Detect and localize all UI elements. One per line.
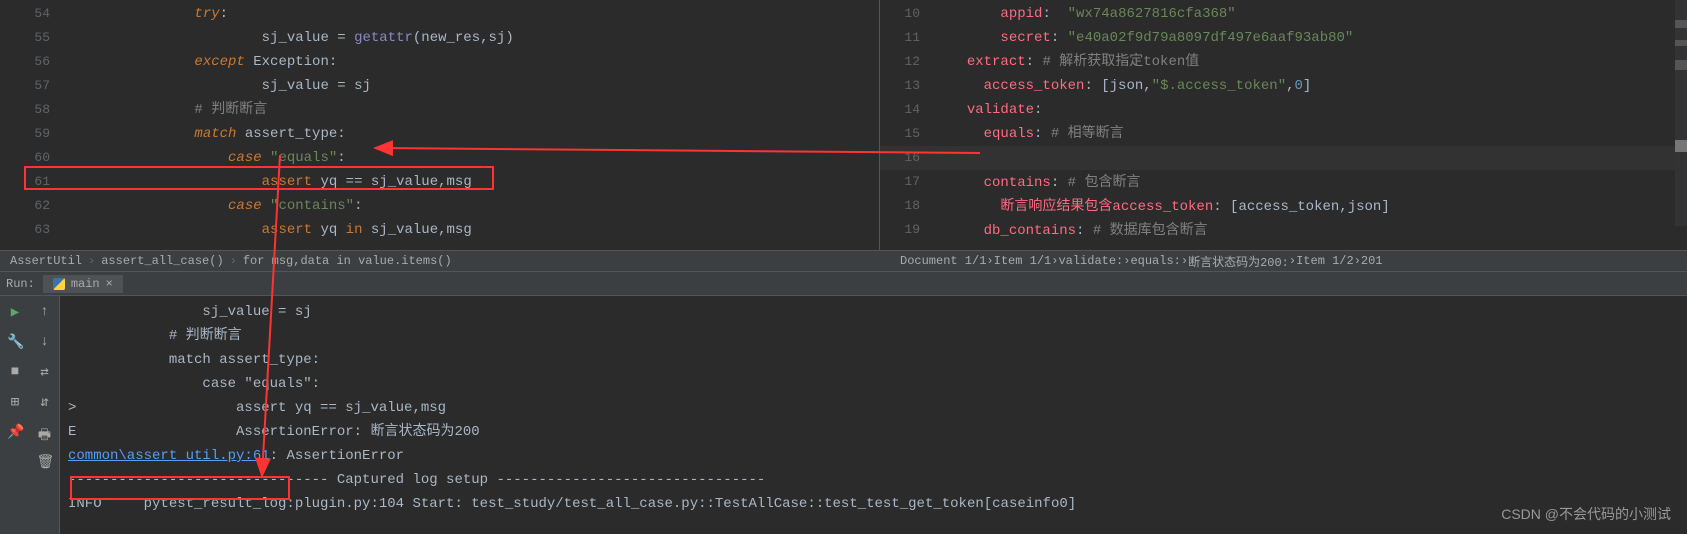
run-tab-label: main — [71, 277, 100, 291]
chevron-icon: › — [88, 254, 95, 268]
stop-icon[interactable]: ■ — [7, 364, 23, 380]
filter-icon[interactable]: ⇵ — [37, 394, 53, 410]
minimap[interactable] — [1675, 0, 1687, 226]
left-code-editor[interactable]: 54555657585960616263 try: sj_value = get… — [0, 0, 880, 250]
down-icon[interactable]: ↓ — [37, 334, 53, 350]
chevron-icon: › — [1289, 254, 1296, 268]
chevron-icon: › — [1354, 254, 1361, 268]
console-output[interactable]: sj_value = sj # 判断断言 match assert_type: … — [60, 296, 1687, 534]
python-icon — [53, 278, 65, 290]
crumb-item[interactable]: assert_all_case() — [101, 254, 223, 268]
run-icon[interactable]: ▶ — [7, 304, 23, 320]
crumb-item[interactable]: validate: — [1058, 254, 1123, 268]
run-tool-column-right: ↑ ↓ ⇄ ⇵ 🖶 🗑 — [30, 296, 60, 534]
crumb-item[interactable]: equals: — [1130, 254, 1180, 268]
left-code-area[interactable]: try: sj_value = getattr(new_res,sj) exce… — [60, 0, 879, 242]
pin-icon[interactable]: 📌 — [7, 424, 23, 440]
right-gutter: 10111213141516171819 — [880, 0, 920, 242]
chevron-icon: › — [1051, 254, 1058, 268]
wrench-icon[interactable]: 🔧 — [7, 334, 23, 350]
close-icon[interactable]: × — [106, 277, 113, 291]
wrap-icon[interactable]: ⇄ — [37, 364, 53, 380]
trash-icon[interactable]: 🗑 — [37, 454, 53, 470]
crumb-item[interactable]: Item 1/2 — [1296, 254, 1354, 268]
right-code-editor[interactable]: 10111213141516171819 appid: "wx74a862781… — [880, 0, 1687, 250]
left-gutter: 54555657585960616263 — [0, 0, 50, 242]
chevron-icon: › — [1123, 254, 1130, 268]
right-code-area[interactable]: appid: "wx74a8627816cfa368" secret: "e40… — [950, 0, 1687, 243]
chevron-icon: › — [230, 254, 237, 268]
run-toolbar: Run: main × — [0, 272, 1687, 296]
run-label: Run: — [6, 277, 35, 291]
chevron-icon: › — [986, 254, 993, 268]
layout-icon[interactable]: ⊞ — [7, 394, 23, 410]
crumb-item[interactable]: AssertUtil — [10, 254, 82, 268]
print-icon[interactable]: 🖶 — [37, 424, 53, 440]
left-breadcrumbs[interactable]: AssertUtil › assert_all_case() › for msg… — [0, 250, 1687, 272]
crumb-item[interactable]: Item 1/1 — [994, 254, 1052, 268]
run-tool-column-left: ▶ 🔧 ■ ⊞ 📌 — [0, 296, 30, 534]
chevron-icon: › — [1181, 254, 1188, 268]
right-breadcrumbs[interactable]: Document 1/1 › Item 1/1 › validate: › eq… — [900, 250, 1383, 272]
up-icon[interactable]: ↑ — [37, 304, 53, 320]
crumb-item[interactable]: Document 1/1 — [900, 254, 986, 268]
crumb-item[interactable]: 断言状态码为200: — [1188, 253, 1289, 270]
traceback-link[interactable]: common\assert_util.py:61 — [68, 448, 270, 464]
watermark-text: CSDN @不会代码的小测试 — [1501, 504, 1671, 524]
crumb-item[interactable]: 201 — [1361, 254, 1383, 268]
crumb-item[interactable]: for msg,data in value.items() — [243, 254, 452, 268]
run-tab-main[interactable]: main × — [43, 275, 123, 293]
